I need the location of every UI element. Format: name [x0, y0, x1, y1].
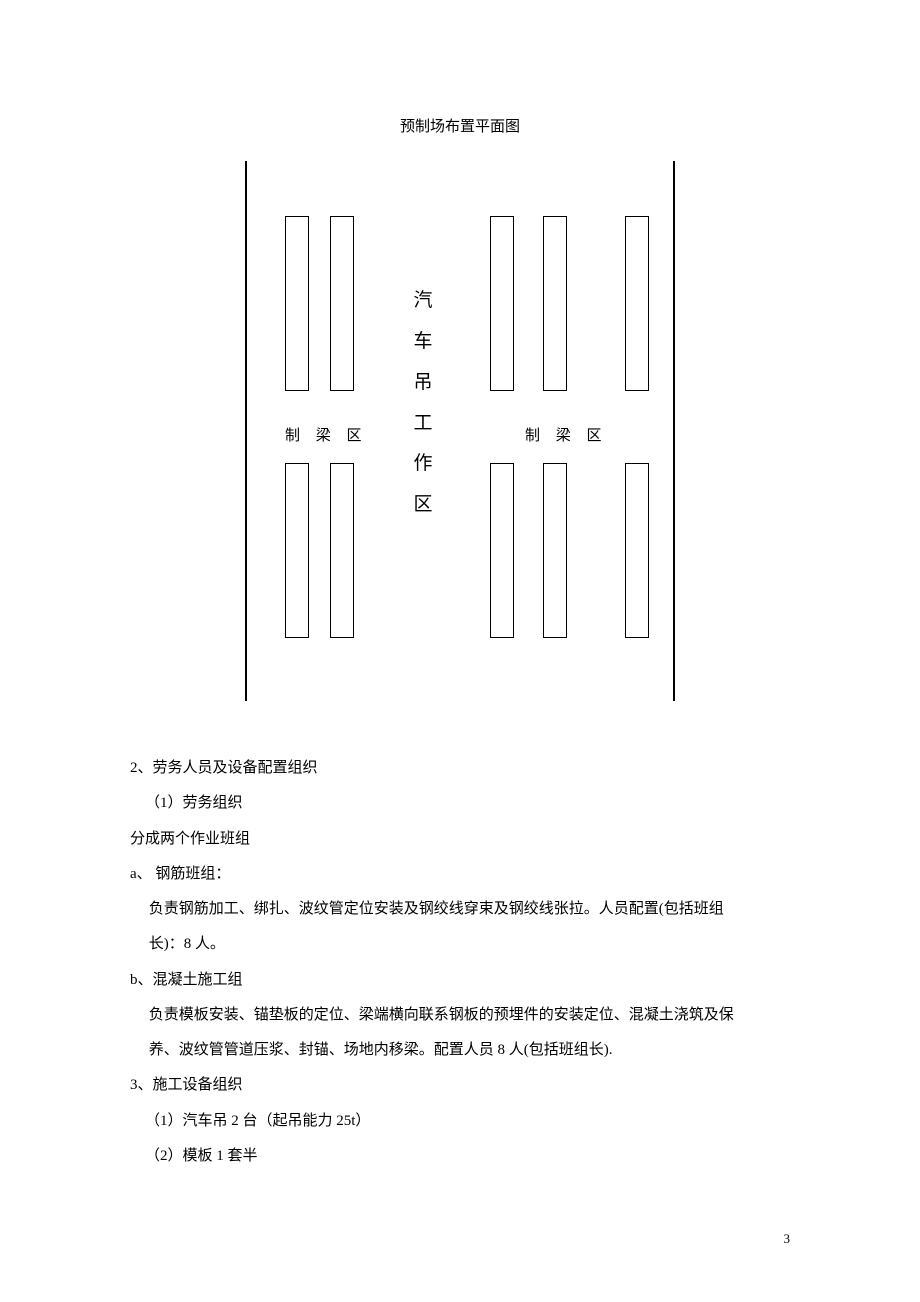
zone-label-left: 制 梁 区 [285, 424, 368, 445]
para-equip-1: （1）汽车吊 2 台（起吊能力 25t） [130, 1104, 790, 1139]
center-label-char: 作 [409, 444, 437, 485]
page-number: 3 [784, 1231, 791, 1247]
crane-work-area-label: 汽车吊工作区 [409, 281, 437, 526]
beam-slot [330, 216, 354, 391]
diagram-title: 预制场布置平面图 [130, 115, 790, 136]
beam-slot [330, 463, 354, 638]
beam-slot [543, 463, 567, 638]
diagram-right-border [673, 161, 675, 701]
layout-diagram: 制 梁 区 制 梁 区 汽车吊工作区 [245, 161, 675, 701]
para-team-a-desc1: 负责钢筋加工、绑扎、波纹管定位安装及钢绞线穿束及钢绞线张拉。人员配置(包括班组 [130, 892, 790, 927]
center-label-char: 工 [409, 404, 437, 445]
para-heading-3: 3、施工设备组织 [130, 1068, 790, 1103]
beam-slot [490, 216, 514, 391]
para-heading-2: 2、劳务人员及设备配置组织 [130, 751, 790, 786]
center-label-char: 区 [409, 485, 437, 526]
para-team-a-desc2: 长)：8 人。 [130, 927, 790, 962]
para-team-b-desc1: 负责模板安装、锚垫板的定位、梁端横向联系钢板的预埋件的安装定位、混凝土浇筑及保 [130, 998, 790, 1033]
zone-label-right: 制 梁 区 [525, 424, 608, 445]
beam-slot [543, 216, 567, 391]
para-team-b-desc2: 养、波纹管管道压浆、封锚、场地内移梁。配置人员 8 人(包括班组长). [130, 1033, 790, 1068]
diagram-left-border [245, 161, 247, 701]
para-equip-2: （2）模板 1 套半 [130, 1139, 790, 1174]
beam-slot [490, 463, 514, 638]
document-body: 2、劳务人员及设备配置组织 （1）劳务组织 分成两个作业班组 a、 钢筋班组： … [130, 751, 790, 1174]
para-line: 分成两个作业班组 [130, 822, 790, 857]
center-label-char: 吊 [409, 363, 437, 404]
beam-slot [625, 463, 649, 638]
para-team-a: a、 钢筋班组： [130, 857, 790, 892]
beam-slot [625, 216, 649, 391]
para-team-b: b、混凝土施工组 [130, 963, 790, 998]
beam-slot [285, 463, 309, 638]
center-label-char: 汽 [409, 281, 437, 322]
center-label-char: 车 [409, 322, 437, 363]
beam-slot [285, 216, 309, 391]
para-sub-1: （1）劳务组织 [130, 786, 790, 821]
